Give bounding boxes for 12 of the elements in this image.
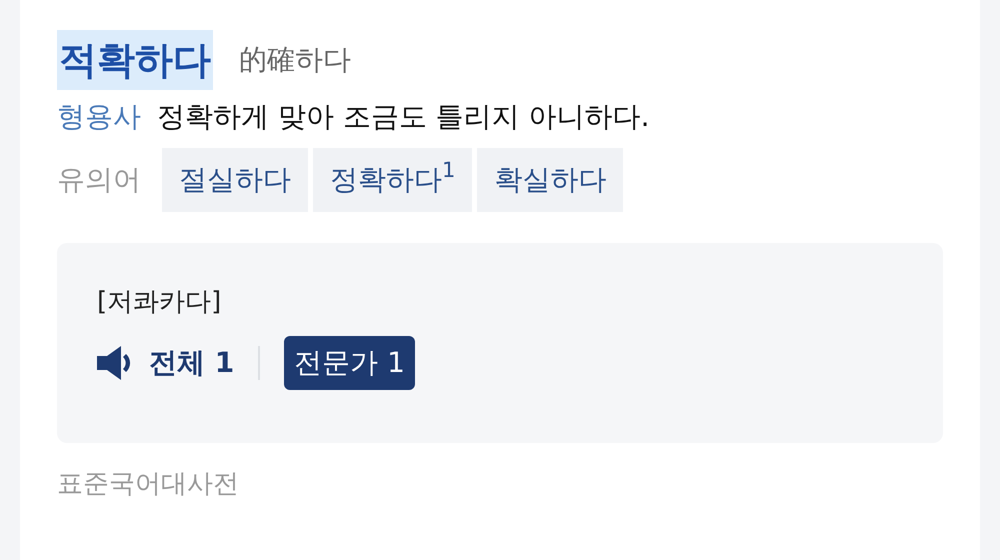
play-all-button[interactable]: 전체 1: [97, 336, 234, 390]
pronunciation-text: [저콰카다]: [97, 286, 222, 319]
synonym-link[interactable]: 확실하다: [477, 148, 624, 212]
synonym-link[interactable]: 정확하다$^{1}$: [313, 148, 472, 212]
headword: 적확하다: [57, 30, 213, 90]
part-of-speech: 형용사: [57, 99, 141, 135]
synonyms-label: 유의어: [57, 162, 141, 198]
definition: 정확하게 맞아 조금도 틀리지 아니하다.: [157, 99, 650, 135]
filter-button[interactable]: 전문가 1: [284, 336, 415, 390]
synonym-link[interactable]: 절실하다: [162, 148, 308, 212]
dictionary-source: 표준국어대사전: [57, 468, 239, 501]
hanja-origin: 的確하다: [239, 42, 351, 78]
